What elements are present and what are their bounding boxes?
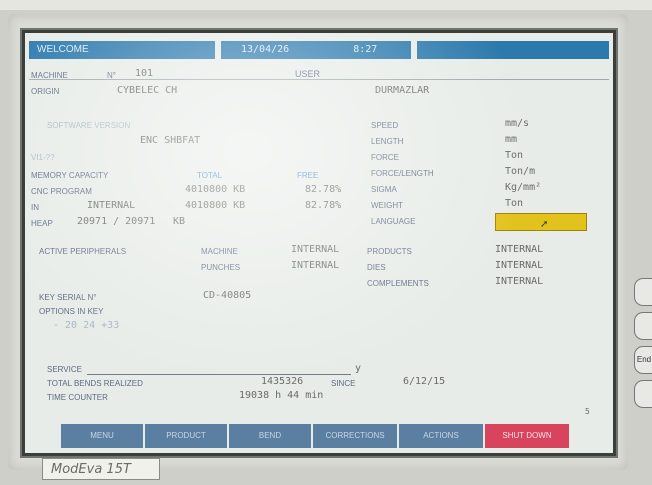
internal-storage-type: INTERNAL (87, 200, 136, 211)
model-logo: ModEva 15T (42, 458, 160, 480)
service-suffix: y (355, 363, 362, 374)
origin-label: ORIGIN (31, 87, 60, 96)
peripheral-products-value: INTERNAL (495, 244, 544, 255)
peripheral-complements-value: INTERNAL (495, 276, 544, 287)
heap-value: 20971 / 20971 (77, 216, 156, 227)
corrections-softkey[interactable]: CORRECTIONS (313, 424, 397, 448)
time-display: 8:27 (353, 44, 378, 55)
cnc-program-free: 82.78% (305, 184, 342, 195)
peripheral-punches-label: PUNCHES (201, 263, 241, 272)
peripheral-machine-label: MACHINE (201, 247, 238, 256)
user-value: DURMAZLAR (375, 85, 430, 96)
date-time-panel: 13/04/26 8:27 (221, 41, 411, 59)
side-button-1[interactable] (634, 278, 652, 306)
side-button-4[interactable] (634, 380, 652, 408)
active-peripherals-label: ACTIVE PERIPHERALS (39, 247, 127, 256)
unit-value-length[interactable]: mm (505, 134, 517, 145)
unit-label-length: LENGTH (371, 137, 404, 146)
cnc-program-total: 4010800 KB (185, 184, 246, 195)
unit-value-force[interactable]: Ton (505, 150, 523, 161)
memory-free-header: FREE (297, 171, 319, 180)
bezel-top-edge (0, 0, 652, 10)
softkey-bar: MENU PRODUCT BEND CORRECTIONS ACTIONS SH… (25, 424, 613, 448)
product-softkey[interactable]: PRODUCT (145, 424, 227, 448)
title-bar: WELCOME 13/04/26 8:27 (25, 41, 613, 59)
cnc-program-label: CNC PROGRAM (31, 187, 92, 196)
software-version-label: SOFTWARE VERSION (47, 121, 131, 130)
menu-softkey[interactable]: MENU (61, 424, 143, 448)
date-display: 13/04/26 (241, 44, 290, 55)
internal-storage-free: 82.78% (305, 200, 342, 211)
peripheral-punches-value: INTERNAL (291, 260, 340, 271)
origin-value: CYBELEC CH (117, 85, 178, 96)
heap-unit: KB (173, 216, 186, 227)
unit-label-force: FORCE (371, 153, 399, 162)
memory-capacity-label: MEMORY CAPACITY (31, 171, 109, 180)
mouse-pointer-icon: ➚ (540, 219, 549, 230)
unit-label-weight: WEIGHT (371, 201, 403, 210)
memory-total-header: TOTAL (197, 171, 223, 180)
heap-label: HEAP (31, 219, 53, 228)
page-number: 5 (585, 407, 590, 416)
header-divider (29, 79, 609, 80)
end-button[interactable]: End (634, 346, 652, 374)
peripheral-dies-label: DIES (367, 263, 386, 272)
options-in-key-label: OPTIONS IN KEY (39, 307, 104, 316)
since-value: 6/12/15 (403, 376, 446, 387)
service-underline (87, 374, 351, 375)
unit-label-language: LANGUAGE (371, 217, 416, 226)
internal-storage-total: 4010800 KB (185, 200, 246, 211)
key-serial-label: KEY SERIAL N° (39, 293, 97, 302)
peripheral-dies-value: INTERNAL (495, 260, 544, 271)
peripheral-machine-value: INTERNAL (291, 244, 340, 255)
peripheral-products-label: PRODUCTS (367, 247, 412, 256)
unit-value-force-length[interactable]: Ton/m (505, 166, 535, 177)
unit-label-speed: SPEED (371, 121, 399, 130)
software-sub-label: VI1-?? (31, 153, 55, 162)
machine-number: 101 (135, 68, 154, 79)
service-label: SERVICE (47, 365, 82, 374)
since-label: SINCE (331, 379, 356, 388)
peripheral-complements-label: COMPLEMENTS (367, 279, 429, 288)
unit-value-weight[interactable]: Ton (505, 198, 523, 209)
key-serial-value: CD-40805 (203, 290, 252, 301)
bend-softkey[interactable]: BEND (229, 424, 311, 448)
unit-value-sigma[interactable]: Kg/mm² (505, 182, 541, 193)
time-counter-value: 19038 h 44 min (239, 390, 324, 401)
shut-down-softkey[interactable]: SHUT DOWN (485, 424, 569, 448)
user-label: USER (295, 69, 321, 79)
status-panel (417, 41, 609, 59)
unit-value-speed[interactable]: mm/s (505, 118, 529, 129)
software-version-value: ENC SHBFAT (140, 135, 201, 146)
welcome-title: WELCOME (29, 41, 215, 59)
unit-label-force-length: FORCE/LENGTH (371, 169, 434, 178)
side-button-2[interactable] (634, 312, 652, 340)
options-in-key-value: - 20 24 +33 (53, 320, 120, 331)
total-bends-value: 1435326 (261, 376, 304, 387)
time-counter-label: TIME COUNTER (47, 393, 108, 402)
internal-storage-label: IN (31, 203, 39, 212)
total-bends-label: TOTAL BENDS REALIZED (47, 379, 143, 388)
unit-label-sigma: SIGMA (371, 185, 397, 194)
cnc-screen: WELCOME 13/04/26 8:27 MACHINE N° 101 USE… (22, 30, 616, 456)
actions-softkey[interactable]: ACTIONS (399, 424, 483, 448)
